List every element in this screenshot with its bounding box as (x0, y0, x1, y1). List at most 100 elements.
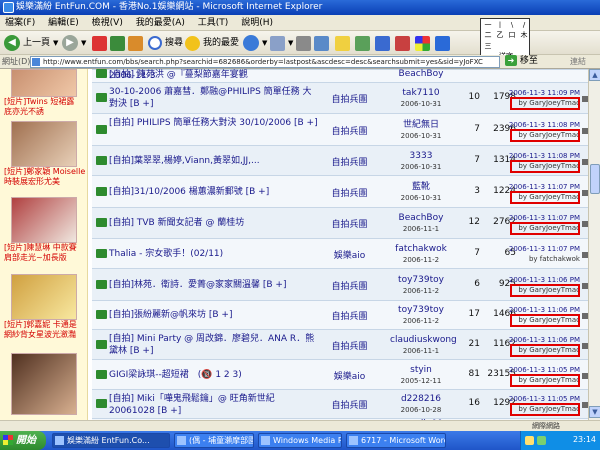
mail-button[interactable]: ▼ (270, 34, 293, 52)
table-row[interactable]: [自拍] Mini Party @ 周改錦．廖碧兒．ANA R．熊黛林 [B +… (92, 330, 588, 360)
ime-key[interactable]: 二 (482, 30, 494, 40)
search-button[interactable]: 搜尋 (148, 34, 183, 52)
research-button[interactable] (375, 34, 390, 52)
thread-forum-link[interactable]: 自拍兵團 (322, 186, 377, 199)
table-row[interactable]: GIGI梁詠琪--超短裙 (🔞 1 2 3) 娛樂aio styin 2005-12-… (92, 360, 588, 390)
window-titlebar[interactable]: 娛樂滿紛 EntFun.COM - 香港No.1娛樂網站 - Microsoft… (0, 0, 600, 15)
thread-forum-link[interactable]: 自拍兵團 (322, 124, 377, 137)
taskbar-item[interactable]: (偶 - 埔童瀨摩部園.. (174, 433, 254, 448)
print-button[interactable] (296, 34, 311, 52)
ad-thumbnail[interactable] (11, 121, 77, 167)
ad-caption[interactable]: [短片]郭嘉妮 卡通是 (4, 320, 84, 330)
table-row[interactable]: [自拍] PHILIPS 簡單任務大對決 30/10/2006 [B +] 自拍兵… (92, 114, 588, 146)
thread-title-link[interactable]: 30-10-2006 蕭嘉彗．鄭融@PHILIPS 簡單任務 大對決 [B +] (109, 86, 319, 110)
author-link[interactable]: toy739toy (398, 275, 444, 285)
ad-item[interactable] (4, 353, 84, 415)
table-row[interactable]: [自拍] TVB 新聞女記者 @ 蘭桂坊 自拍兵團 BeachBoy 2006-11-… (92, 208, 588, 239)
menu-tools[interactable]: 工具(T) (193, 15, 234, 31)
ad-thumbnail[interactable] (11, 274, 77, 320)
ad-caption[interactable]: [短片]鄭家穎 Moiselle (4, 167, 85, 177)
tool-button[interactable] (395, 34, 410, 52)
taskbar-item[interactable]: 6717 - Microsoft Word (346, 433, 446, 448)
thread-forum-link[interactable]: 娛樂aio (322, 248, 377, 261)
thread-title-link[interactable]: [自拍] 陳苑洪 @『蔓梨節嘉年宴觀 (109, 69, 409, 81)
thread-forum-link[interactable]: 自拍兵團 (322, 398, 377, 411)
thread-title-link[interactable]: [自拍] Mini Party @ 周改錦．廖碧兒．ANA R．熊黛林 [B +… (109, 333, 319, 357)
ime-key[interactable]: 口 (506, 30, 518, 40)
ad-caption-line2[interactable]: 肩部走光~加長版 (4, 253, 84, 263)
menu-edit[interactable]: 編輯(E) (43, 15, 84, 31)
ad-item[interactable]: [短片]Twins 短裙露 底亦光不誘 (4, 69, 84, 117)
ad-caption[interactable]: [短片]陳慧琳 中款賽 (4, 243, 84, 253)
scroll-thumb[interactable] (590, 164, 600, 194)
tray-icon[interactable] (525, 436, 534, 445)
author-link[interactable]: BeachBoy (399, 213, 444, 223)
ad-item[interactable]: [短片]鄭家穎 Moiselle 時裝展宏形尤美 (4, 121, 85, 187)
thread-forum-link[interactable]: 娛樂aio (322, 369, 377, 382)
table-row[interactable]: [自拍]31/10/2006 楊蕙濃新郵號 [B +] 自拍兵團 藍靴 2006-10… (92, 176, 588, 208)
ime-key[interactable]: \ (506, 20, 518, 30)
table-row[interactable]: [自拍] 陳苑洪 @『蔓梨節嘉年宴觀 BeachBoy (92, 69, 588, 80)
thread-forum-link[interactable]: 自拍兵團 (322, 339, 377, 352)
address-input[interactable]: http://www.entfun.com/bbs/search.php?sea… (30, 56, 500, 68)
author-link[interactable]: 3333 (410, 151, 433, 161)
thread-forum-link[interactable]: 自拍兵團 (322, 92, 377, 105)
ad-caption[interactable]: [短片]Twins 短裙露 (4, 97, 84, 107)
taskbar-item[interactable]: 娛樂滿紛 EntFun.Co... (52, 433, 170, 448)
ad-caption-line2[interactable]: 底亦光不誘 (4, 107, 84, 117)
ime-key[interactable]: 乙 (494, 30, 506, 40)
ad-thumbnail[interactable] (11, 69, 77, 97)
author-link[interactable]: claudiuskwong (390, 335, 457, 345)
menu-help[interactable]: 說明(H) (236, 15, 278, 31)
table-row[interactable]: [自拍]張紛麗新@帆來坊 [B +] 自拍兵團 toy739toy 2006-11-2… (92, 301, 588, 330)
windows-button[interactable] (415, 34, 430, 52)
thread-forum-link[interactable]: 自拍兵團 (322, 217, 377, 230)
links-button[interactable]: 連結 (570, 56, 586, 67)
table-row[interactable]: [自拍] Miki「嘩鬼飛鬆鑰」@ 旺角新世紀 20061028 [B +] 自拍… (92, 390, 588, 419)
ad-thumbnail[interactable] (11, 197, 77, 243)
thread-title-link[interactable]: [自拍] Miki「嘩鬼飛鬆鑰」@ 旺角新世紀 20061028 [B +] (109, 393, 319, 417)
author-link[interactable]: d228216 (401, 394, 441, 404)
stop-button[interactable] (92, 34, 107, 52)
author-link[interactable]: BeachBoy (399, 69, 444, 79)
discuss-button[interactable] (335, 34, 350, 52)
scroll-down-icon[interactable]: ▼ (589, 406, 600, 418)
menu-file[interactable]: 檔案(F) (0, 15, 40, 31)
author-link[interactable]: 世紀無日 (403, 120, 439, 130)
thread-forum-link[interactable]: 自拍兵團 (322, 155, 377, 168)
back-button[interactable]: ◀ 上一頁 ▼ (4, 34, 58, 52)
refresh-button[interactable] (110, 34, 125, 52)
ime-key[interactable]: 丨 (494, 20, 506, 30)
table-row[interactable]: Thalia - 宗女歌手！(02/11) 娛樂aio fatchakwok 2006… (92, 239, 588, 269)
thread-title-link[interactable]: [自拍] PHILIPS 簡單任務大對決 30/10/2006 [B +] (109, 117, 319, 129)
history-button[interactable]: ▼ (243, 34, 267, 52)
clock[interactable]: 23:14 (573, 435, 596, 444)
go-button[interactable]: ➜ 移至 (505, 55, 538, 68)
author-link[interactable]: fatchakwok (395, 244, 447, 254)
ime-key[interactable]: 一 (482, 20, 494, 30)
messenger-button[interactable] (355, 34, 370, 52)
favorites-button[interactable]: 我的最愛 (185, 34, 239, 52)
ad-item[interactable]: [短片]郭嘉妮 卡通是 網紗背女星波光瀲灩 (4, 274, 84, 340)
last-poster-link[interactable]: fatchakwok (540, 255, 580, 263)
ime-key[interactable]: / (518, 20, 530, 30)
thread-forum-link[interactable]: 自拍兵團 (322, 309, 377, 322)
thread-forum-link[interactable]: 自拍兵團 (322, 279, 377, 292)
author-link[interactable]: styin (410, 365, 432, 375)
menu-view[interactable]: 檢視(V) (87, 15, 128, 31)
author-link[interactable]: tak7110 (402, 88, 439, 98)
table-row[interactable]: [自拍]林苑．衛詩．愛菁@家家關溫馨 [B +] 自拍兵團 toy739toy 200… (92, 269, 588, 301)
edit-button[interactable] (314, 34, 329, 52)
ime-key[interactable]: 木 (518, 30, 530, 40)
start-button[interactable]: 開始 (0, 431, 46, 450)
table-row[interactable]: 30-10-2006 蕭嘉彗．鄭融@PHILIPS 簡單任務 大對決 [B +]… (92, 83, 588, 114)
ad-caption-line2[interactable]: 時裝展宏形尤美 (4, 177, 84, 187)
table-row[interactable]: [自拍]葉翠翠,楊婷,Viann,黃翠如,JJ,... 自拍兵團 3333 2006-… (92, 146, 588, 176)
author-link[interactable]: toy739toy (398, 305, 444, 315)
author-link[interactable]: 藍靴 (412, 182, 430, 192)
taskbar-item[interactable]: Windows Media Player (258, 433, 342, 448)
ime-key[interactable]: 三 (482, 41, 494, 51)
menu-favorites[interactable]: 我的最愛(A) (131, 15, 190, 31)
tray-icon[interactable] (537, 436, 546, 445)
scroll-up-icon[interactable]: ▲ (589, 69, 600, 81)
